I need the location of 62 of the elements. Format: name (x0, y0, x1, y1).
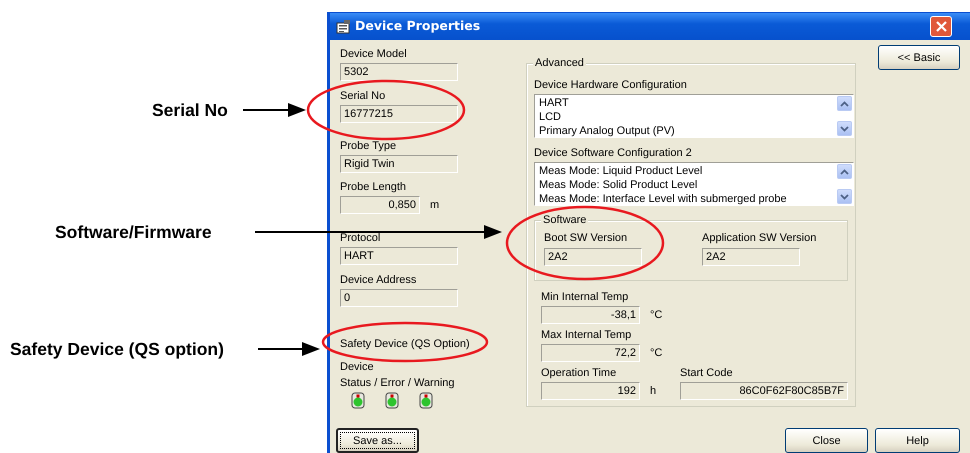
list-item[interactable]: LCD (539, 110, 832, 124)
field-label: Max Internal Temp (541, 328, 632, 342)
unit-label: m (430, 198, 440, 213)
chevron-up-icon (840, 100, 849, 106)
field-label: Probe Length (340, 180, 408, 194)
scroll-down-button[interactable] (837, 189, 852, 204)
list-label: Device Software Configuration 2 (534, 146, 693, 160)
scroll-up-button[interactable] (837, 164, 852, 179)
text-field[interactable]: 16777215 (340, 105, 458, 123)
field-label: Device Model (340, 47, 408, 61)
text-field[interactable]: Rigid Twin (340, 155, 458, 173)
close-button[interactable] (930, 16, 952, 37)
list-item[interactable]: Meas Mode: Solid Product Level (539, 178, 832, 192)
safety-label: Safety Device (QS Option) (340, 337, 471, 351)
text-field[interactable]: 0 (340, 289, 458, 307)
close-icon (936, 21, 946, 32)
chevron-up-icon (840, 168, 849, 174)
text-field[interactable]: 0,850 (340, 196, 420, 214)
list-item[interactable]: Meas Mode: Liquid Product Level (539, 164, 832, 178)
text-field[interactable]: 2A2 (702, 248, 800, 266)
text-field[interactable]: HART (340, 247, 458, 265)
list-box[interactable]: Meas Mode: Liquid Product Level Meas Mode: Solid Product Level Meas Mode: Interface Level with submerged probe (534, 162, 854, 206)
field-label: Application SW Version (702, 231, 816, 245)
callout-label: Serial No (152, 100, 228, 120)
callout-label: Safety Device (QS option) (10, 339, 224, 359)
list-item[interactable]: Primary Analog Output (PV) (539, 124, 832, 138)
close-button[interactable]: Close (785, 428, 868, 453)
pointer-arrow (258, 342, 320, 356)
unit-label: °C (650, 346, 662, 361)
text-field[interactable]: 2A2 (544, 248, 642, 266)
unit-label: °C (650, 308, 662, 323)
list-item[interactable]: HART (539, 96, 832, 110)
basic-button[interactable]: << Basic (878, 45, 960, 70)
text-field[interactable]: 72,2 (541, 344, 640, 362)
list-item[interactable]: Meas Mode: Interface Level with submerged probe (539, 192, 832, 206)
status-label: Status / Error / Warning (340, 376, 456, 390)
list-box[interactable]: HART LCD Primary Analog Output (PV) (534, 94, 854, 138)
scroll-up-button[interactable] (837, 96, 852, 111)
field-label: Probe Type (340, 139, 398, 153)
scroll-down-button[interactable] (837, 121, 852, 136)
field-label: Device Address (340, 273, 418, 287)
field-label: Operation Time (541, 366, 618, 380)
chevron-down-icon (840, 194, 849, 200)
field-label: Start Code (680, 366, 734, 380)
callout-label: Software/Firmware (55, 222, 212, 242)
unit-label: h (650, 384, 656, 399)
field-label: Protocol (340, 231, 382, 245)
text-field[interactable]: 192 (541, 382, 640, 400)
field-label: Min Internal Temp (541, 290, 630, 304)
list-label: Device Hardware Configuration (534, 78, 688, 92)
help-button[interactable]: Help (875, 428, 960, 453)
field-label: Boot SW Version (544, 231, 628, 245)
status-label: Device (340, 360, 375, 374)
window-icon (336, 20, 351, 34)
text-field[interactable]: 86C0F62F80C85B7F (680, 382, 848, 400)
pointer-arrow (243, 103, 306, 117)
field-label: Serial No (340, 89, 386, 103)
text-field[interactable]: 5302 (340, 63, 458, 81)
window-title: Device Properties (355, 17, 480, 36)
chevron-down-icon (840, 126, 849, 132)
text-field[interactable]: -38,1 (541, 306, 640, 324)
save-button[interactable]: Save as... (336, 428, 420, 453)
